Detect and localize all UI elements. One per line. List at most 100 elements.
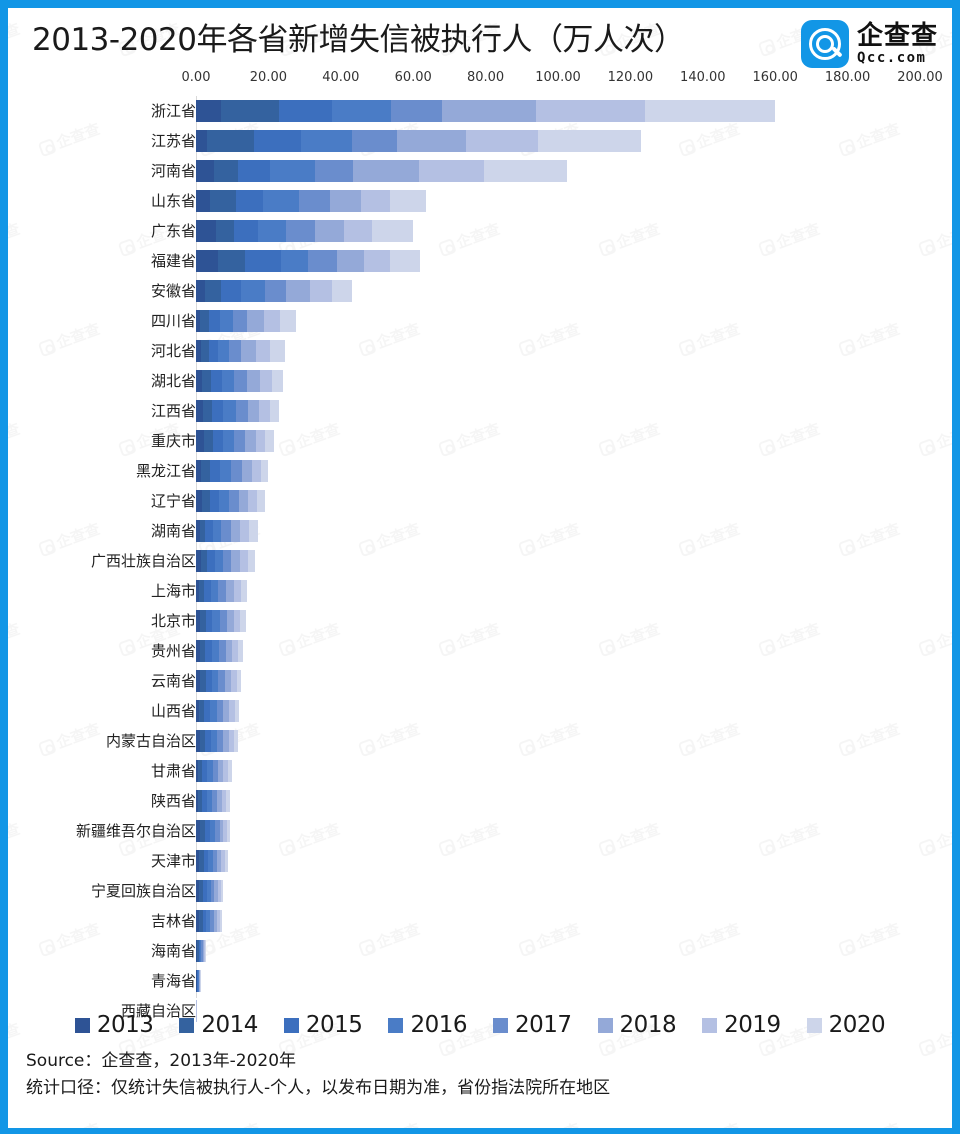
bar-segment-2018[interactable] (442, 100, 537, 122)
bar-segment-2014[interactable] (201, 460, 211, 482)
bar-segment-2019[interactable] (240, 520, 249, 542)
bar-segment-2019[interactable] (248, 490, 257, 512)
bar-segment-2015[interactable] (205, 520, 213, 542)
bar-segment-2020[interactable] (240, 610, 246, 632)
bar-segment-2016[interactable] (223, 430, 234, 452)
bar-segment-2019[interactable] (364, 250, 390, 272)
bar-segment-2014[interactable] (201, 370, 211, 392)
legend-item-2016[interactable]: 2016 (388, 1012, 467, 1038)
bar-segment-2018[interactable] (231, 550, 240, 572)
bar-segment-2020[interactable] (227, 820, 231, 842)
bar-segment-2016[interactable] (217, 340, 229, 362)
bar-segment-2016[interactable] (214, 550, 223, 572)
bar-segment-2018[interactable] (244, 430, 256, 452)
bar-segment-2016[interactable] (281, 250, 309, 272)
bar-segment-2018[interactable] (329, 190, 361, 212)
bar-segment-2019[interactable] (233, 580, 241, 602)
bar-segment-2016[interactable] (212, 520, 222, 542)
bar-segment-2017[interactable] (218, 580, 226, 602)
legend-item-2019[interactable]: 2019 (702, 1012, 781, 1038)
bar-segment-2014[interactable] (203, 430, 213, 452)
bar-segment-2018[interactable] (247, 310, 264, 332)
bar-segment-2013[interactable] (196, 400, 204, 422)
bar-segment-2017[interactable] (218, 640, 226, 662)
bar-segment-2015[interactable] (221, 280, 242, 302)
stacked-bar[interactable] (196, 760, 232, 782)
bar-segment-2018[interactable] (241, 340, 256, 362)
legend-item-2013[interactable]: 2013 (74, 1012, 154, 1038)
bar-segment-2013[interactable] (196, 250, 218, 272)
bar-segment-2020[interactable] (204, 940, 206, 962)
bar-segment-2013[interactable] (196, 430, 204, 452)
bar-segment-2014[interactable] (201, 340, 209, 362)
bar-segment-2020[interactable] (233, 730, 239, 752)
stacked-bar[interactable] (196, 190, 426, 212)
bar-segment-2015[interactable] (253, 130, 301, 152)
bar-segment-2020[interactable] (226, 790, 230, 812)
bar-segment-2017[interactable] (228, 340, 242, 362)
bar-segment-2020[interactable] (270, 400, 280, 422)
bar-segment-2020[interactable] (389, 190, 426, 212)
bar-segment-2014[interactable] (205, 280, 222, 302)
legend-item-2020[interactable]: 2020 (806, 1012, 886, 1038)
bar-segment-2016[interactable] (241, 280, 265, 302)
bar-segment-2013[interactable] (196, 220, 216, 242)
stacked-bar[interactable] (196, 850, 228, 872)
stacked-bar[interactable] (196, 610, 246, 632)
bar-segment-2017[interactable] (231, 460, 242, 482)
bar-segment-2020[interactable] (279, 310, 297, 332)
bar-segment-2017[interactable] (264, 280, 287, 302)
bar-segment-2020[interactable] (240, 580, 248, 602)
bar-segment-2015[interactable] (234, 220, 258, 242)
bar-segment-2014[interactable] (206, 130, 254, 152)
bar-segment-2016[interactable] (331, 100, 392, 122)
bar-segment-2014[interactable] (217, 250, 245, 272)
bar-segment-2020[interactable] (227, 760, 232, 782)
bar-segment-2019[interactable] (418, 160, 484, 182)
bar-segment-2015[interactable] (235, 190, 263, 212)
bar-segment-2017[interactable] (299, 190, 330, 212)
bar-segment-2014[interactable] (200, 310, 210, 332)
bar-segment-2016[interactable] (221, 370, 235, 392)
stacked-bar[interactable] (196, 460, 269, 482)
bar-segment-2020[interactable] (270, 340, 285, 362)
bar-segment-2019[interactable] (465, 130, 539, 152)
bar-segment-2019[interactable] (360, 190, 390, 212)
bar-segment-2017[interactable] (235, 400, 249, 422)
bar-segment-2017[interactable] (391, 100, 443, 122)
bar-segment-2015[interactable] (209, 490, 219, 512)
bar-segment-2018[interactable] (225, 580, 234, 602)
stacked-bar[interactable] (196, 130, 642, 152)
bar-segment-2020[interactable] (234, 700, 240, 722)
bar-segment-2016[interactable] (212, 610, 220, 632)
bar-segment-2017[interactable] (221, 520, 231, 542)
stacked-bar[interactable] (196, 160, 567, 182)
bar-segment-2020[interactable] (237, 640, 244, 662)
bar-segment-2016[interactable] (262, 190, 300, 212)
bar-segment-2016[interactable] (218, 490, 229, 512)
stacked-bar[interactable] (196, 430, 274, 452)
bar-segment-2015[interactable] (212, 400, 224, 422)
bar-segment-2014[interactable] (210, 190, 236, 212)
stacked-bar[interactable] (196, 340, 285, 362)
bar-segment-2018[interactable] (248, 400, 260, 422)
bar-segment-2015[interactable] (208, 340, 218, 362)
bar-segment-2017[interactable] (315, 160, 354, 182)
bar-segment-2020[interactable] (220, 880, 224, 902)
stacked-bar[interactable] (196, 820, 231, 842)
stacked-bar[interactable] (196, 100, 776, 122)
bar-segment-2019[interactable] (255, 430, 266, 452)
bar-segment-2015[interactable] (213, 430, 224, 452)
bar-segment-2017[interactable] (233, 430, 245, 452)
bar-segment-2017[interactable] (219, 610, 227, 632)
bar-segment-2018[interactable] (353, 160, 419, 182)
bar-segment-2020[interactable] (331, 280, 352, 302)
bar-segment-2014[interactable] (215, 220, 234, 242)
bar-segment-2019[interactable] (259, 400, 271, 422)
bar-segment-2020[interactable] (224, 850, 228, 872)
bar-segment-2015[interactable] (279, 100, 332, 122)
bar-segment-2016[interactable] (257, 220, 287, 242)
bar-segment-2020[interactable] (247, 550, 255, 572)
bar-segment-2020[interactable] (261, 460, 269, 482)
bar-segment-2018[interactable] (226, 610, 234, 632)
